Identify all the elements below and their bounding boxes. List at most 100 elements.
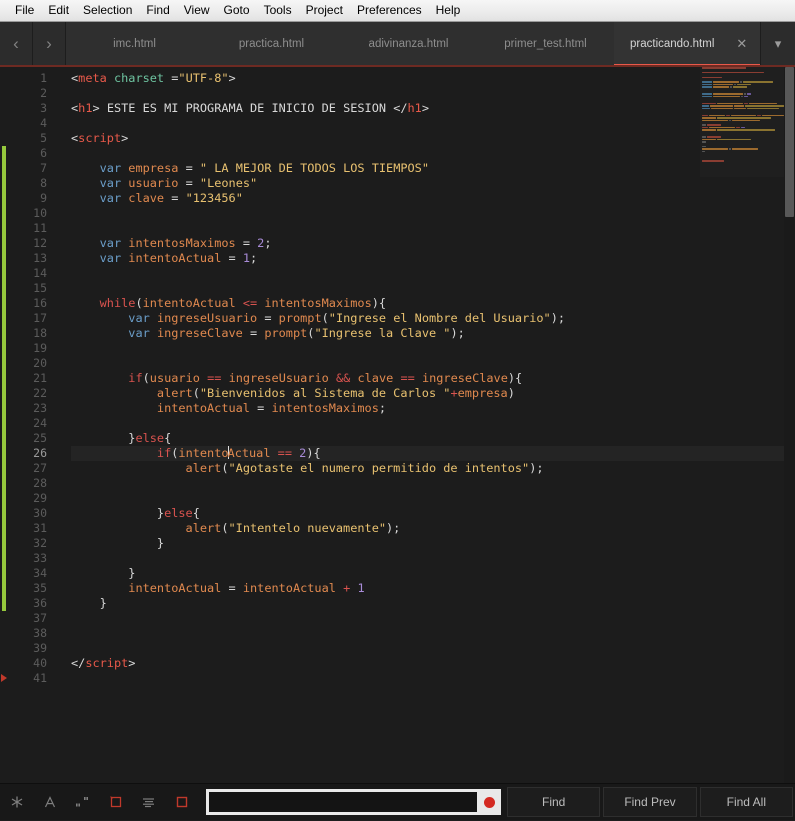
code-token: =: [164, 191, 185, 205]
code-token: }: [71, 596, 107, 610]
minimap-token: [702, 96, 712, 98]
menu-tools[interactable]: Tools: [257, 1, 299, 20]
line-number: 5: [8, 131, 47, 146]
in-selection-toggle[interactable]: [132, 784, 165, 821]
tab-list-menu-button[interactable]: ▾: [760, 22, 795, 65]
find-prev-button[interactable]: Find Prev: [603, 787, 696, 817]
tab-primer_test-html[interactable]: primer_test.html: [477, 22, 614, 65]
code-line[interactable]: var usuario = "Leones": [71, 176, 795, 191]
vertical-scrollbar[interactable]: [784, 67, 795, 783]
code-line[interactable]: [71, 266, 795, 281]
code-line[interactable]: [71, 626, 795, 641]
code-line[interactable]: }else{: [71, 431, 795, 446]
minimap-token: [717, 139, 751, 141]
code-token: intentosMaximos: [264, 296, 371, 310]
code-line[interactable]: [71, 416, 795, 431]
line-number: 6: [8, 146, 47, 161]
menu-goto[interactable]: Goto: [217, 1, 257, 20]
code-token: var: [100, 176, 121, 190]
tab-next-button[interactable]: ›: [33, 22, 66, 65]
code-token: h1: [408, 101, 422, 115]
tab-practicando-html[interactable]: practicando.html✕: [614, 22, 760, 65]
tab-adivinanza-html[interactable]: adivinanza.html: [340, 22, 477, 65]
editor-area[interactable]: 1234567891011121314151617181920212223242…: [0, 67, 795, 783]
code-line[interactable]: if(usuario == ingreseUsuario && clave ==…: [71, 371, 795, 386]
code-line[interactable]: [71, 116, 795, 131]
code-line[interactable]: alert("Bienvenidos al Sistema de Carlos …: [71, 386, 795, 401]
code-line[interactable]: var empresa = " LA MEJOR DE TODOS LOS TI…: [71, 161, 795, 176]
highlight-results-toggle[interactable]: [165, 784, 198, 821]
line-number: 36: [8, 596, 47, 611]
code-line[interactable]: var intentosMaximos = 2;: [71, 236, 795, 251]
code-line[interactable]: }: [71, 596, 795, 611]
code-line[interactable]: [71, 146, 795, 161]
code-line[interactable]: }else{: [71, 506, 795, 521]
code-token: empresa: [128, 161, 178, 175]
code-token: var: [128, 326, 149, 340]
code-line[interactable]: <meta charset ="UTF-8">: [71, 71, 795, 86]
code-line[interactable]: [71, 551, 795, 566]
minimap-token: [702, 139, 716, 141]
code-line[interactable]: }: [71, 566, 795, 581]
find-input-wrapper[interactable]: [206, 789, 501, 815]
menu-selection[interactable]: Selection: [76, 1, 139, 20]
minimap-token: [737, 84, 751, 86]
tab-label: primer_test.html: [504, 38, 586, 50]
tab-imc-html[interactable]: imc.html: [66, 22, 203, 65]
code-line[interactable]: intentoActual = intentosMaximos;: [71, 401, 795, 416]
code-line[interactable]: [71, 641, 795, 656]
code-line[interactable]: var ingreseUsuario = prompt("Ingrese el …: [71, 311, 795, 326]
menu-help[interactable]: Help: [429, 1, 468, 20]
code-line[interactable]: [71, 341, 795, 356]
whole-word-toggle[interactable]: [66, 784, 99, 821]
code-token: usuario: [128, 176, 178, 190]
code-token: (: [193, 386, 200, 400]
find-button[interactable]: Find: [507, 787, 600, 817]
code-line[interactable]: [71, 206, 795, 221]
code-line[interactable]: [71, 86, 795, 101]
code-line[interactable]: [71, 281, 795, 296]
code-line[interactable]: var intentoActual = 1;: [71, 251, 795, 266]
tab-practica-html[interactable]: practica.html: [203, 22, 340, 65]
minimap-token: [736, 127, 740, 129]
code-line[interactable]: [71, 356, 795, 371]
minimap-token: [740, 81, 742, 83]
tab-prev-button[interactable]: ‹: [0, 22, 33, 65]
code-line[interactable]: [71, 611, 795, 626]
menu-view[interactable]: View: [177, 1, 217, 20]
code-content[interactable]: <meta charset ="UTF-8"> <h1> ESTE ES MI …: [56, 67, 795, 783]
code-line[interactable]: [71, 221, 795, 236]
code-line[interactable]: var clave = "123456": [71, 191, 795, 206]
code-line[interactable]: if(intentoActual == 2){: [71, 446, 795, 461]
code-line[interactable]: intentoActual = intentoActual + 1: [71, 581, 795, 596]
regex-toggle[interactable]: [0, 784, 33, 821]
code-line[interactable]: alert("Agotaste el numero permitido de i…: [71, 461, 795, 476]
code-token: }: [71, 506, 164, 520]
close-icon[interactable]: ✕: [736, 37, 747, 50]
line-number: 18: [8, 326, 47, 341]
find-all-button[interactable]: Find All: [700, 787, 793, 817]
code-line[interactable]: <script>: [71, 131, 795, 146]
line-number: 35: [8, 581, 47, 596]
menu-find[interactable]: Find: [139, 1, 176, 20]
code-minimap[interactable]: [700, 67, 784, 177]
code-token: [150, 311, 157, 325]
code-line[interactable]: }: [71, 536, 795, 551]
code-line[interactable]: var ingreseClave = prompt("Ingrese la Cl…: [71, 326, 795, 341]
case-sensitive-toggle[interactable]: [33, 784, 66, 821]
code-line[interactable]: while(intentoActual <= intentosMaximos){: [71, 296, 795, 311]
line-number: 15: [8, 281, 47, 296]
vertical-scrollbar-thumb[interactable]: [785, 67, 794, 217]
code-line[interactable]: [71, 476, 795, 491]
code-line[interactable]: [71, 671, 795, 686]
code-line[interactable]: [71, 491, 795, 506]
search-input[interactable]: [209, 792, 477, 812]
menu-file[interactable]: File: [8, 1, 41, 20]
menu-preferences[interactable]: Preferences: [350, 1, 429, 20]
code-line[interactable]: alert("Intentelo nuevamente");: [71, 521, 795, 536]
code-line[interactable]: </script>: [71, 656, 795, 671]
menu-project[interactable]: Project: [299, 1, 350, 20]
menu-edit[interactable]: Edit: [41, 1, 76, 20]
wrap-toggle[interactable]: [99, 784, 132, 821]
code-line[interactable]: <h1> ESTE ES MI PROGRAMA DE INICIO DE SE…: [71, 101, 795, 116]
